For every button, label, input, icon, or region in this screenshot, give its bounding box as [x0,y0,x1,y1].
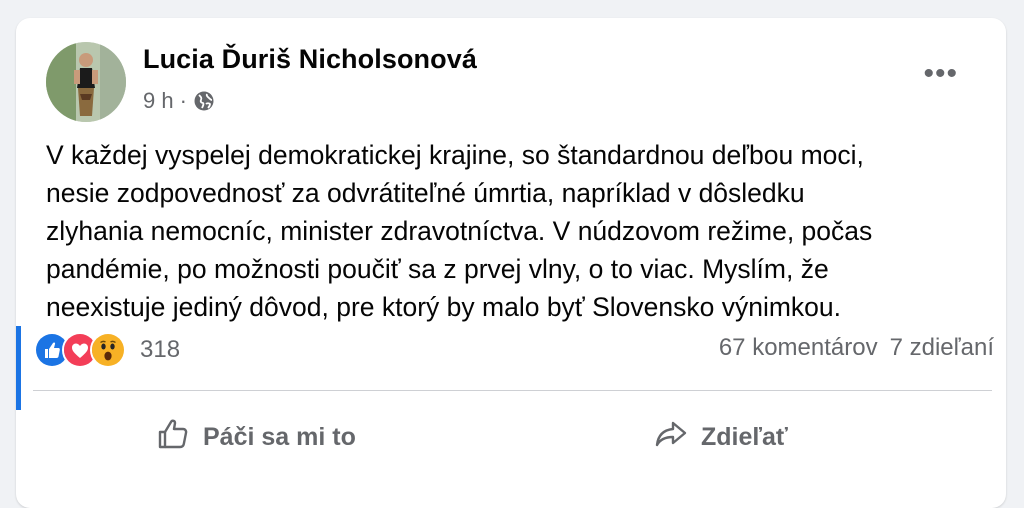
post-timestamp[interactable]: 9 h [143,88,174,114]
share-button[interactable]: Zdieľať [653,412,788,462]
globe-icon[interactable] [193,90,215,112]
more-options-button[interactable]: ••• [923,59,958,89]
author-name[interactable]: Lucia Ďuriš Nicholsonová [143,44,477,75]
comments-count-link[interactable]: 67 komentárov [719,334,878,361]
thumbs-up-icon [155,416,191,459]
post-text-line: V každej vyspelej demokratickej krajine,… [46,140,864,170]
share-arrow-icon [653,416,689,459]
shares-count-link[interactable]: 7 zdieľaní [890,334,994,361]
meta-separator: · [179,88,187,113]
reaction-summary[interactable]: 318 [34,332,180,368]
like-button-label: Páči sa mi to [203,422,356,451]
like-button[interactable]: Páči sa mi to [155,412,356,462]
post-meta: 9 h · [143,87,215,115]
post-text-line: zlyhania nemocníc, minister zdravotníctv… [46,216,873,246]
post-text-line: pandémie, po možnosti poučiť sa z prvej … [46,254,829,284]
avatar[interactable] [46,42,126,122]
wow-reaction-icon [90,332,126,368]
post-text-line: neexistuje jediný dôvod, pre ktorý by ma… [46,292,842,322]
post-text-line: nesie zodpovednosť za odvrátiteľné úmrti… [46,178,805,208]
share-button-label: Zdieľať [701,422,788,451]
divider [33,390,992,391]
avatar-photo [46,42,126,122]
engagement-counts: 67 komentárov 7 zdieľaní [719,334,994,362]
reaction-count: 318 [140,336,181,363]
post-text: V každej vyspelej demokratickej krajine,… [46,136,996,326]
